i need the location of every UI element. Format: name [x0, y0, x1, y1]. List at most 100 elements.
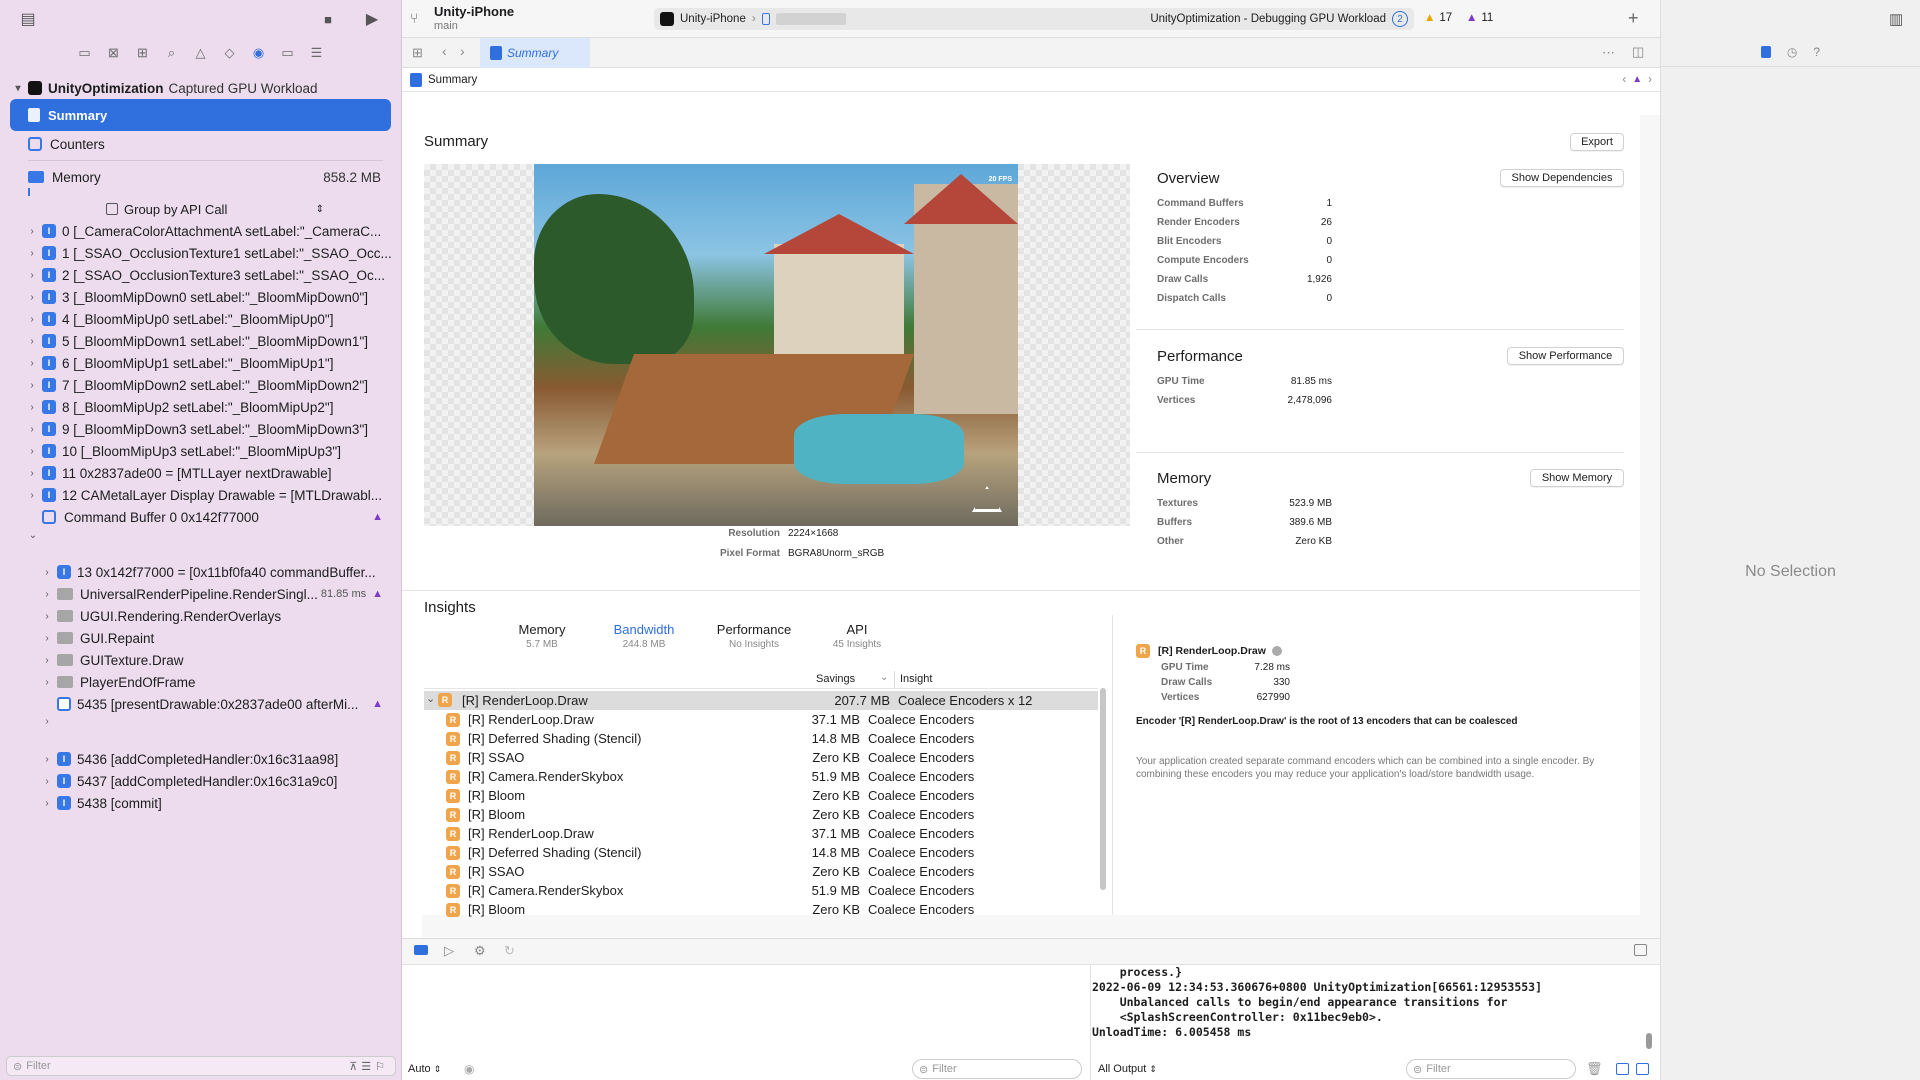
- inspector-toggle-icon[interactable]: ▥: [1889, 10, 1903, 28]
- jump-bar-label[interactable]: Summary: [428, 74, 477, 86]
- insight-column-header[interactable]: Insight: [900, 673, 932, 685]
- insight-row[interactable]: R [R] SSAO Zero KB Coalece Encoders: [424, 862, 1094, 881]
- warning-triangle-icon[interactable]: ▲: [372, 511, 383, 523]
- group-by-popup[interactable]: Group by API Call ⇕: [106, 200, 324, 218]
- split-editor-icon[interactable]: ◫: [1632, 44, 1644, 60]
- breakpoint-icon[interactable]: ▭: [280, 45, 296, 61]
- api-call-row[interactable]: › I 10 [_BloomMipUp3 setLabel:"_BloomMipUp…: [0, 440, 401, 462]
- show-variables-icon[interactable]: [1616, 1063, 1629, 1075]
- insight-row[interactable]: R [R] Deferred Shading (Stencil) 14.8 MB Co…: [424, 843, 1094, 862]
- hide-debug-area-icon[interactable]: [1634, 944, 1647, 956]
- scrollbar-thumb[interactable]: [1100, 688, 1106, 890]
- sidebar-item-memory[interactable]: Memory 858.2 MB: [0, 166, 401, 188]
- frame-thumbnail[interactable]: 20 FPS: [534, 164, 1018, 526]
- warnings-indicator[interactable]: ▲ 17: [1424, 12, 1452, 24]
- search-icon[interactable]: ⌕: [164, 45, 180, 61]
- tab-summary[interactable]: Summary: [480, 38, 590, 68]
- insights-tab-performance[interactable]: Performance No Insights: [704, 622, 804, 650]
- next-issue-icon[interactable]: ›: [1648, 74, 1652, 86]
- command-row[interactable]: › GUI.Repaint: [0, 627, 401, 649]
- project-title[interactable]: Unity-iPhone: [434, 4, 514, 19]
- activity-viewer[interactable]: Unity-iPhone › UnityOptimization - Debug…: [654, 8, 1414, 30]
- api-call-row[interactable]: › I 5438 [commit]: [0, 792, 401, 814]
- chevron-down-icon[interactable]: ⌄: [426, 692, 435, 705]
- command-buffer-disclosure[interactable]: ⌄: [0, 524, 401, 546]
- insight-row[interactable]: R [R] RenderLoop.Draw 37.1 MB Coalece Encod…: [424, 824, 1094, 843]
- insight-row[interactable]: R [R] Camera.RenderSkybox 51.9 MB Coalece E…: [424, 881, 1094, 900]
- savings-column-header[interactable]: Savings: [816, 673, 855, 685]
- chevron-down-icon[interactable]: ⌄: [27, 530, 39, 541]
- console-output[interactable]: process.} 2022-06-09 12:34:53.360676+0800…: [1092, 965, 1652, 1055]
- insights-tab-memory[interactable]: Memory 5.7 MB: [492, 622, 592, 650]
- chevron-right-icon[interactable]: ›: [26, 314, 38, 325]
- sidebar-item-summary[interactable]: Summary: [10, 99, 391, 131]
- issues-indicator[interactable]: ▲ 11: [1466, 12, 1493, 24]
- api-call-row[interactable]: › I 12 CAMetalLayer Display Drawable = [MT…: [0, 484, 401, 506]
- breakpoints-toggle-icon[interactable]: [414, 945, 428, 955]
- test-icon[interactable]: ◇: [222, 45, 238, 61]
- insight-row[interactable]: R [R] Camera.RenderSkybox 51.9 MB Coalece E…: [424, 767, 1094, 786]
- help-icon[interactable]: ?: [1813, 45, 1820, 59]
- scheme-target[interactable]: Unity-iPhone: [680, 13, 746, 25]
- chevron-right-icon[interactable]: ›: [41, 776, 53, 787]
- sidebar-toggle-icon[interactable]: ▤: [18, 10, 38, 28]
- warning-triangle-icon[interactable]: ▲: [372, 588, 383, 600]
- chevron-right-icon[interactable]: ›: [26, 248, 38, 259]
- chevron-right-icon[interactable]: ›: [26, 446, 38, 457]
- api-call-row[interactable]: › I 11 0x2837ade00 = [MTLLayer nextDrawabl…: [0, 462, 401, 484]
- chevron-right-icon[interactable]: ›: [26, 336, 38, 347]
- symbol-icon[interactable]: ⊞: [135, 45, 151, 61]
- stop-button[interactable]: ■: [318, 10, 338, 28]
- console-filter-field[interactable]: ⊜ Filter: [1406, 1059, 1576, 1079]
- chevron-right-icon[interactable]: ›: [26, 424, 38, 435]
- chevron-right-icon[interactable]: ›: [41, 677, 53, 688]
- report-icon[interactable]: ☰: [309, 45, 325, 61]
- chevron-right-icon[interactable]: ›: [41, 633, 53, 644]
- chevron-right-icon[interactable]: ›: [41, 716, 53, 727]
- insights-tab-api[interactable]: API 45 Insights: [807, 622, 907, 650]
- api-call-row[interactable]: › I 1 [_SSAO_OcclusionTexture1 setLabel:"_…: [0, 242, 401, 264]
- api-call-row[interactable]: › I 7 [_BloomMipDown2 setLabel:"_BloomMipD…: [0, 374, 401, 396]
- chevron-right-icon[interactable]: ›: [41, 655, 53, 666]
- chevron-right-icon[interactable]: ›: [26, 358, 38, 369]
- reload-icon[interactable]: ↻: [504, 943, 515, 959]
- command-row[interactable]: › PlayerEndOfFrame: [0, 671, 401, 693]
- chevron-down-icon[interactable]: ▾: [12, 83, 24, 94]
- insight-row[interactable]: R [R] Bloom Zero KB Coalece Encoders: [424, 900, 1094, 919]
- api-call-row[interactable]: › I 5 [_BloomMipDown1 setLabel:"_BloomMipD…: [0, 330, 401, 352]
- api-call-row[interactable]: › I 5436 [addCompletedHandler:0x16c31aa98]: [0, 748, 401, 770]
- insights-tab-bandwidth[interactable]: Bandwidth 244.8 MB: [594, 622, 694, 650]
- api-call-row[interactable]: › I 3 [_BloomMipDown0 setLabel:"_BloomMipD…: [0, 286, 401, 308]
- show-dependencies-button[interactable]: Show Dependencies: [1500, 169, 1624, 187]
- history-icon[interactable]: ◷: [1787, 45, 1797, 59]
- api-call-row[interactable]: › I 4 [_BloomMipUp0 setLabel:"_BloomMipUp0…: [0, 308, 401, 330]
- capture-root[interactable]: ▾ UnityOptimization Captured GPU Workloa…: [0, 77, 401, 99]
- insight-row[interactable]: R [R] Bloom Zero KB Coalece Encoders: [424, 786, 1094, 805]
- chevron-right-icon[interactable]: ›: [26, 380, 38, 391]
- show-console-icon[interactable]: [1636, 1063, 1649, 1075]
- chevron-right-icon[interactable]: ›: [41, 589, 53, 600]
- chevron-right-icon[interactable]: ›: [41, 567, 53, 578]
- go-to-icon[interactable]: [1271, 646, 1282, 656]
- scrollbar-track[interactable]: [1100, 688, 1106, 890]
- chevron-right-icon[interactable]: ›: [26, 402, 38, 413]
- api-call-row[interactable]: › I 9 [_BloomMipDown3 setLabel:"_BloomMipD…: [0, 418, 401, 440]
- filter-options-icon[interactable]: ⊼☰⚐: [349, 1060, 389, 1073]
- runtime-issue-icon[interactable]: ▲: [1632, 74, 1642, 85]
- sort-chevron-icon[interactable]: ⌄: [880, 672, 888, 683]
- chevron-right-icon[interactable]: ›: [41, 798, 53, 809]
- command-row[interactable]: › UGUI.Rendering.RenderOverlays: [0, 605, 401, 627]
- api-call-row[interactable]: › I 8 [_BloomMipUp2 setLabel:"_BloomMipUp2…: [0, 396, 401, 418]
- folder-icon[interactable]: ▭: [77, 45, 93, 61]
- forward-icon[interactable]: ›: [460, 43, 465, 59]
- api-call-row[interactable]: › I 5437 [addCompletedHandler:0x16c31a9c0]: [0, 770, 401, 792]
- sidebar-filter-field[interactable]: ⊜ Filter ⊼☰⚐: [6, 1056, 396, 1076]
- back-icon[interactable]: ‹: [442, 43, 447, 59]
- issue-icon[interactable]: △: [193, 45, 209, 61]
- trash-icon[interactable]: 🗑: [1586, 1061, 1603, 1077]
- previous-issue-icon[interactable]: ‹: [1622, 74, 1626, 86]
- chevron-right-icon[interactable]: ›: [41, 611, 53, 622]
- insight-row[interactable]: R [R] RenderLoop.Draw 37.1 MB Coalece Encod…: [424, 710, 1094, 729]
- variables-filter-field[interactable]: ⊜ Filter: [912, 1059, 1082, 1079]
- chevron-right-icon[interactable]: ›: [41, 754, 53, 765]
